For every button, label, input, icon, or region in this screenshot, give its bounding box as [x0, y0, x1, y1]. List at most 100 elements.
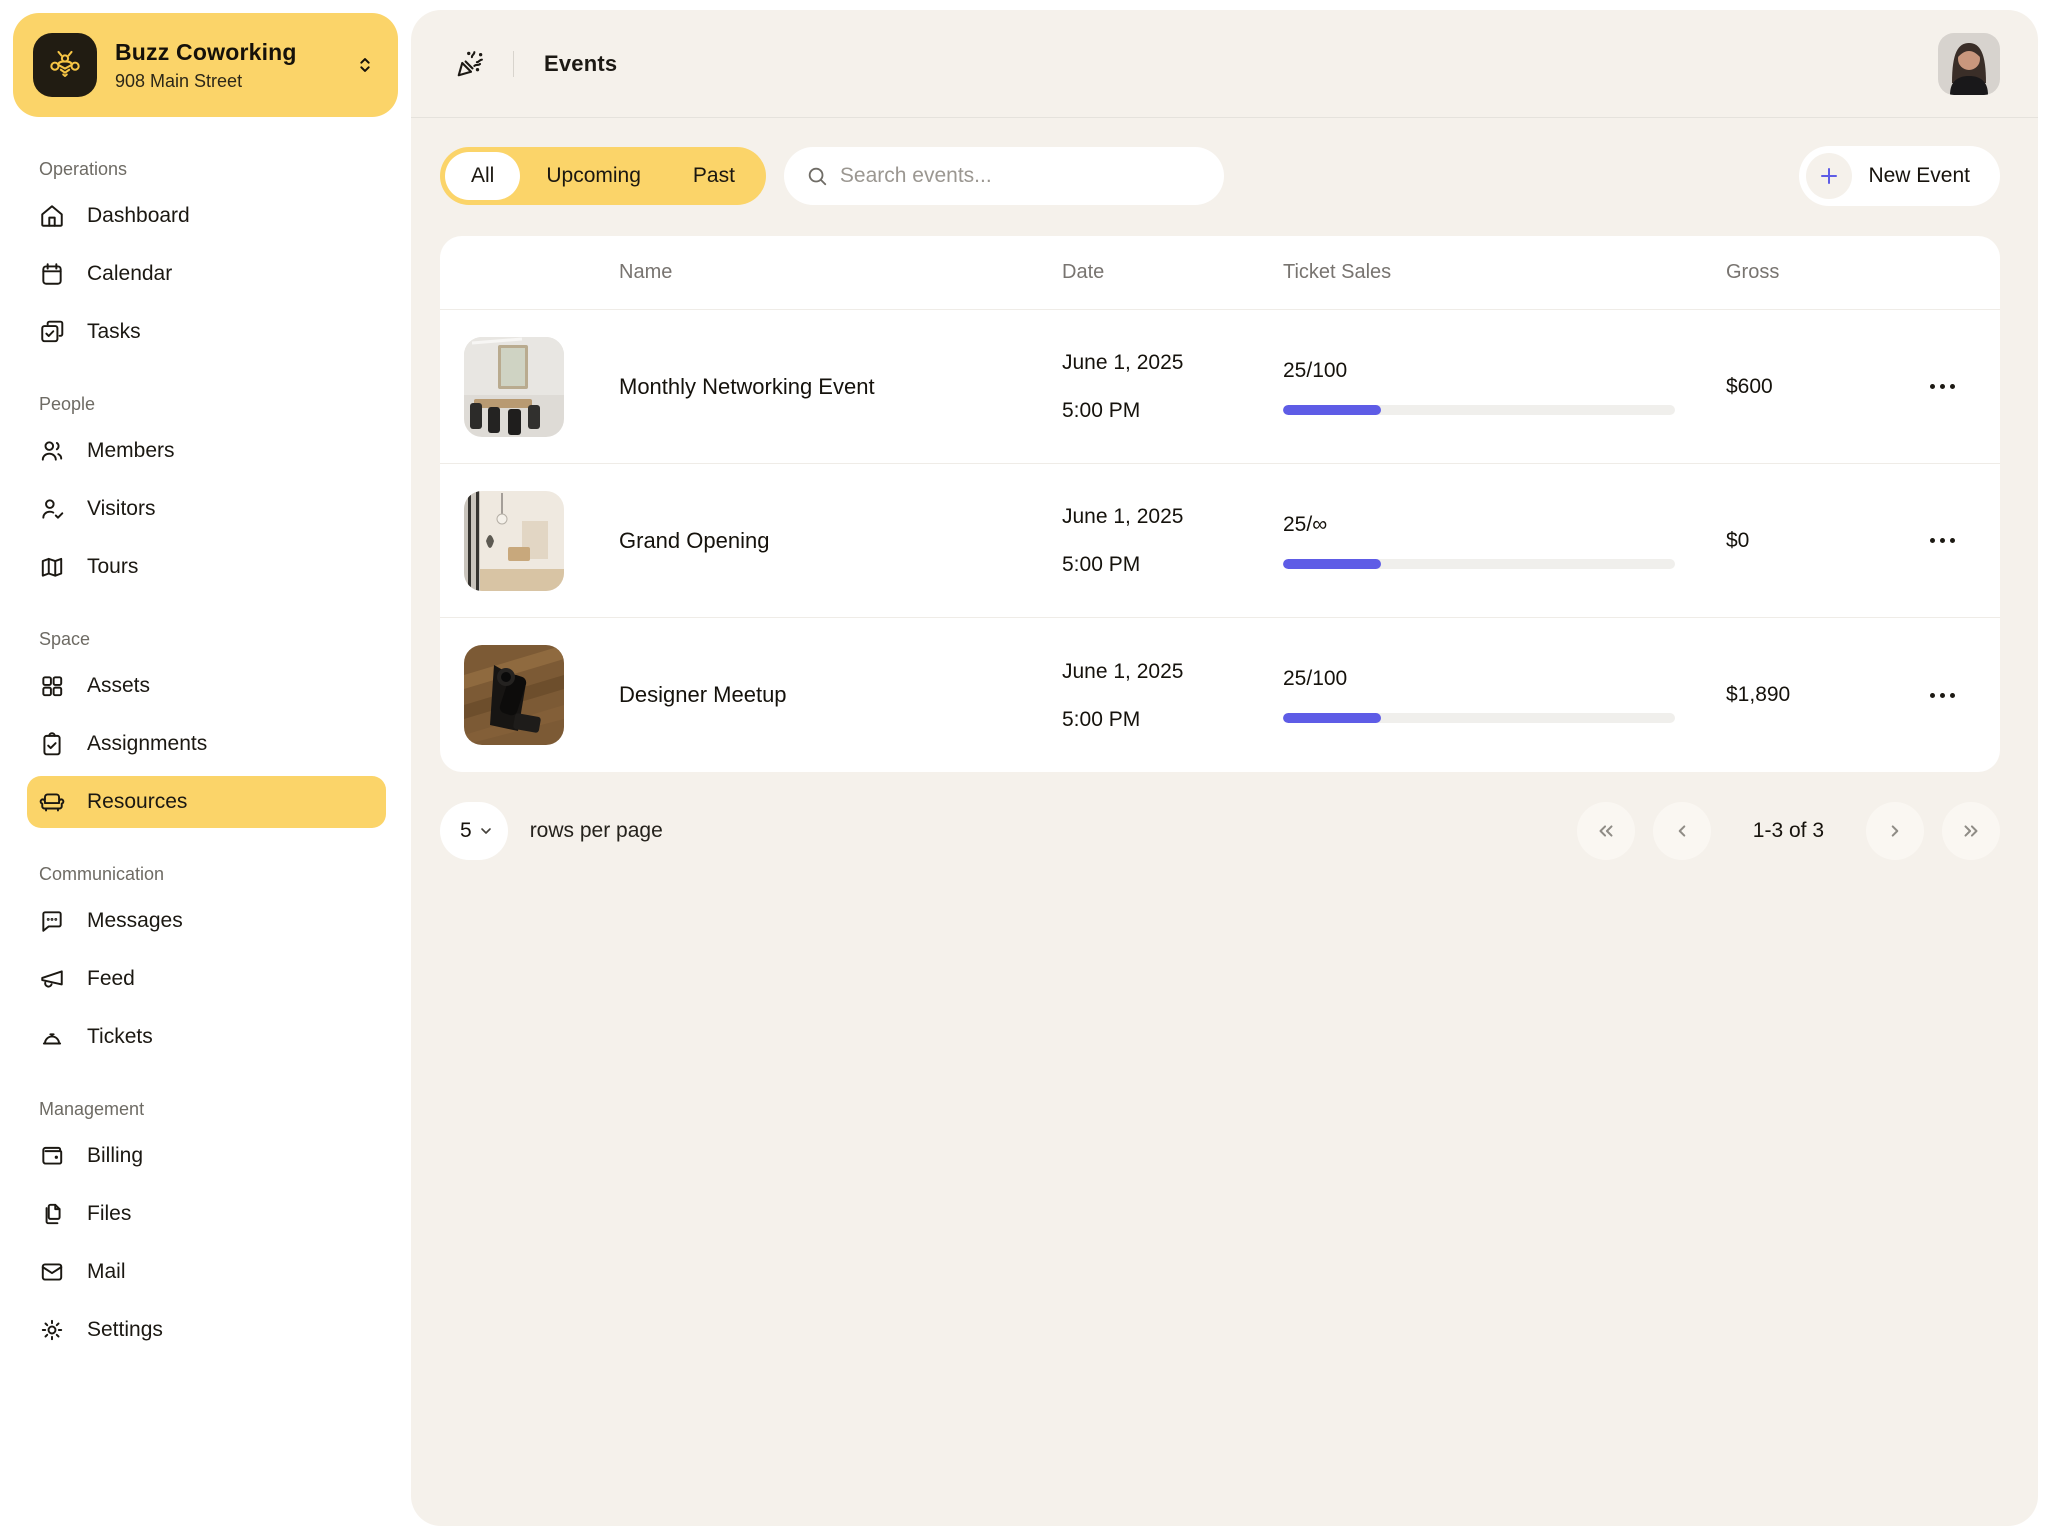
- sidebar-item-label: Tours: [87, 555, 138, 579]
- event-ticket-sales: 25/100: [1283, 359, 1726, 415]
- sidebar-item-feed[interactable]: Feed: [27, 953, 386, 1005]
- filter-tab-past[interactable]: Past: [667, 152, 761, 200]
- chevron-left-icon: [1671, 820, 1693, 842]
- layout-grid-icon: [39, 673, 65, 699]
- sidebar-item-label: Calendar: [87, 262, 172, 286]
- home-icon: [39, 203, 65, 229]
- copy-check-icon: [39, 319, 65, 345]
- sidebar-item-tickets[interactable]: Tickets: [27, 1011, 386, 1063]
- first-page-button[interactable]: [1577, 802, 1635, 860]
- column-header-date: Date: [1062, 261, 1283, 284]
- ticket-sales-label: 25/∞: [1283, 513, 1726, 537]
- user-avatar[interactable]: [1938, 33, 2000, 95]
- sidebar-item-label: Feed: [87, 967, 135, 991]
- table-row[interactable]: Monthly Networking Event June 1, 2025 5:…: [440, 310, 2000, 464]
- sidebar-item-assignments[interactable]: Assignments: [27, 718, 386, 770]
- event-name: Grand Opening: [619, 528, 1062, 554]
- filter-tab-upcoming[interactable]: Upcoming: [520, 152, 667, 200]
- gear-icon: [39, 1317, 65, 1343]
- next-page-button[interactable]: [1866, 802, 1924, 860]
- event-gross: $600: [1726, 375, 1920, 399]
- search-box: [784, 147, 1224, 205]
- table-row[interactable]: Grand Opening June 1, 2025 5:00 PM 25/∞ …: [440, 464, 2000, 618]
- new-event-button[interactable]: New Event: [1799, 146, 2000, 206]
- chevrons-right-icon: [1960, 820, 1982, 842]
- event-date: June 1, 2025 5:00 PM: [1062, 352, 1283, 421]
- table-header-row: Name Date Ticket Sales Gross: [440, 236, 2000, 310]
- pagination-bar: 5 rows per page 1-3 of 3: [411, 772, 2038, 860]
- app-root: Buzz Coworking 908 Main Street Operation…: [0, 0, 2048, 1536]
- sidebar-item-label: Settings: [87, 1318, 163, 1342]
- events-toolbar: All Upcoming Past New Event: [411, 118, 2038, 206]
- table-row[interactable]: Designer Meetup June 1, 2025 5:00 PM 25/…: [440, 618, 2000, 772]
- sidebar-item-resources[interactable]: Resources: [27, 776, 386, 828]
- sidebar-item-members[interactable]: Members: [27, 425, 386, 477]
- search-input[interactable]: [840, 164, 1202, 188]
- users-icon: [39, 438, 65, 464]
- sidebar-item-billing[interactable]: Billing: [27, 1130, 386, 1182]
- sidebar-item-label: Dashboard: [87, 204, 190, 228]
- nav-section-management: Management Billing Files Mail Settings: [27, 1099, 386, 1356]
- sidebar-item-files[interactable]: Files: [27, 1188, 386, 1240]
- clipboard-check-icon: [39, 731, 65, 757]
- column-header-ticket-sales: Ticket Sales: [1283, 261, 1726, 284]
- calendar-icon: [39, 261, 65, 287]
- brand-logo: [33, 33, 97, 97]
- event-name: Designer Meetup: [619, 682, 1062, 708]
- section-label: Operations: [27, 159, 386, 180]
- megaphone-icon: [39, 966, 65, 992]
- sidebar-item-label: Resources: [87, 790, 187, 814]
- ticket-progress-track: [1283, 559, 1675, 569]
- section-label: People: [27, 394, 386, 415]
- sidebar-item-label: Tickets: [87, 1025, 153, 1049]
- nav-section-space: Space Assets Assignments Resources: [27, 629, 386, 828]
- sidebar-item-tasks[interactable]: Tasks: [27, 306, 386, 358]
- sidebar-item-calendar[interactable]: Calendar: [27, 248, 386, 300]
- sidebar-item-label: Mail: [87, 1260, 126, 1284]
- party-popper-icon: [455, 49, 485, 79]
- ticket-sales-label: 25/100: [1283, 359, 1726, 383]
- sidebar: Buzz Coworking 908 Main Street Operation…: [0, 0, 411, 1536]
- sidebar-item-settings[interactable]: Settings: [27, 1304, 386, 1356]
- event-gross: $0: [1726, 529, 1920, 553]
- row-menu-button[interactable]: [1920, 374, 1965, 399]
- sidebar-item-messages[interactable]: Messages: [27, 895, 386, 947]
- filter-tab-group: All Upcoming Past: [440, 147, 766, 205]
- last-page-button[interactable]: [1942, 802, 2000, 860]
- sidebar-item-assets[interactable]: Assets: [27, 660, 386, 712]
- sidebar-item-visitors[interactable]: Visitors: [27, 483, 386, 535]
- chevron-up-down-icon: [354, 54, 376, 76]
- row-menu-button[interactable]: [1920, 683, 1965, 708]
- column-header-gross: Gross: [1726, 261, 1920, 284]
- ticket-progress-fill: [1283, 405, 1381, 415]
- ticket-sales-label: 25/100: [1283, 667, 1726, 691]
- page-range-label: 1-3 of 3: [1753, 819, 1824, 843]
- new-event-label: New Event: [1868, 164, 1970, 188]
- rows-per-page-select[interactable]: 5: [440, 802, 508, 860]
- workspace-switcher[interactable]: Buzz Coworking 908 Main Street: [13, 13, 398, 117]
- mail-icon: [39, 1259, 65, 1285]
- concierge-bell-icon: [39, 1024, 65, 1050]
- files-icon: [39, 1201, 65, 1227]
- sidebar-item-dashboard[interactable]: Dashboard: [27, 190, 386, 242]
- rows-per-page-label: rows per page: [530, 819, 663, 843]
- ticket-progress-fill: [1283, 713, 1381, 723]
- sidebar-item-label: Visitors: [87, 497, 155, 521]
- sidebar-item-tours[interactable]: Tours: [27, 541, 386, 593]
- sidebar-item-label: Files: [87, 1202, 131, 1226]
- section-label: Space: [27, 629, 386, 650]
- sidebar-item-mail[interactable]: Mail: [27, 1246, 386, 1298]
- message-square-icon: [39, 908, 65, 934]
- filter-tab-all[interactable]: All: [445, 152, 520, 200]
- wallet-icon: [39, 1143, 65, 1169]
- workspace-address: 908 Main Street: [115, 71, 354, 92]
- event-time: 5:00 PM: [1062, 554, 1283, 575]
- chevron-right-icon: [1884, 820, 1906, 842]
- previous-page-button[interactable]: [1653, 802, 1711, 860]
- workspace-name: Buzz Coworking: [115, 39, 354, 66]
- row-menu-button[interactable]: [1920, 528, 1965, 553]
- plus-icon: [1817, 164, 1841, 188]
- nav-section-communication: Communication Messages Feed Tickets: [27, 864, 386, 1063]
- event-date: June 1, 2025 5:00 PM: [1062, 506, 1283, 575]
- column-header-name: Name: [619, 261, 1062, 284]
